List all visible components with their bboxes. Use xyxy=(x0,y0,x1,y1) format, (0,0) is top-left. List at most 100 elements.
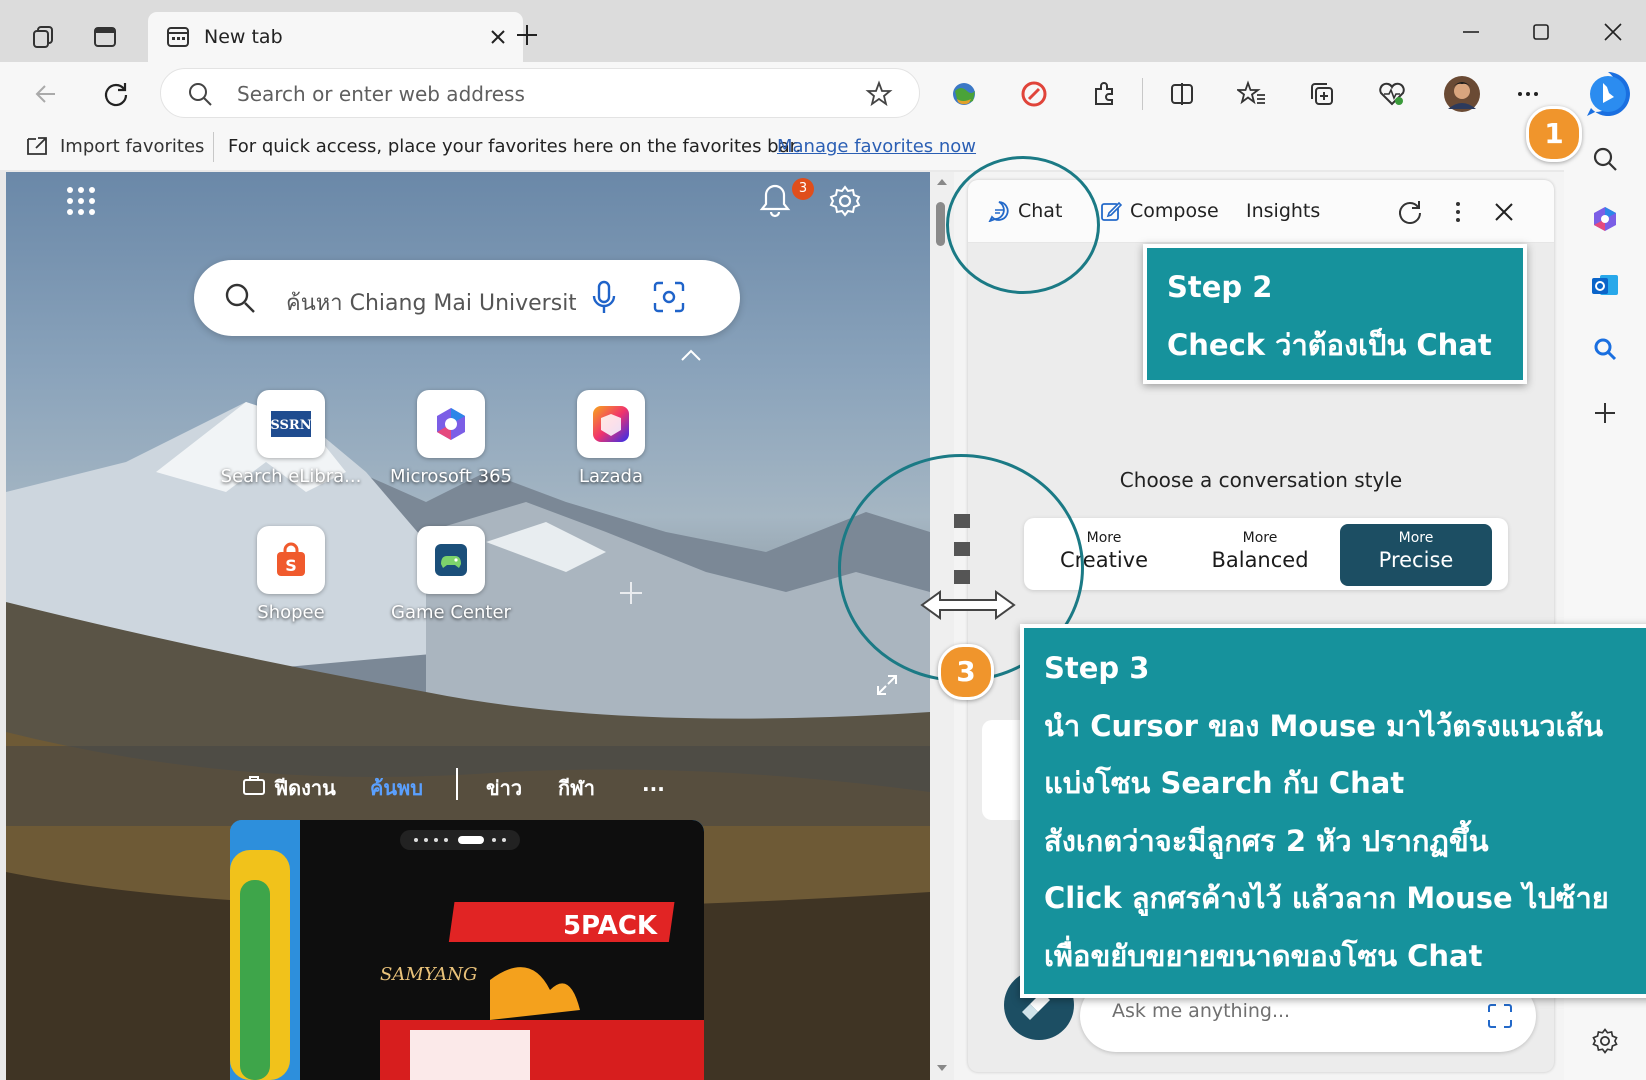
quick-link-tile[interactable]: Game Center xyxy=(366,526,536,646)
favorites-message: For quick access, place your favorites h… xyxy=(228,136,802,157)
page-settings-gear-icon[interactable] xyxy=(828,184,862,218)
ask-placeholder: Ask me anything... xyxy=(1112,1000,1291,1022)
sidebar-add-plus-icon[interactable] xyxy=(1582,390,1628,436)
image-input-icon[interactable] xyxy=(1486,1002,1514,1030)
tab-new-tab[interactable]: New tab xyxy=(148,12,523,62)
extension-globe-icon[interactable] xyxy=(942,72,986,116)
feed-tab-discover[interactable]: ค้นพบ xyxy=(370,772,423,804)
game-center-icon xyxy=(417,526,485,594)
step1-badge: 1 xyxy=(1526,106,1582,162)
quick-link-label: Microsoft 365 xyxy=(390,466,512,487)
notification-badge: 3 xyxy=(792,178,814,200)
lazada-icon xyxy=(577,390,645,458)
import-favorites-label: Import favorites xyxy=(60,135,205,157)
ntp-search-box[interactable]: ค้นหา Chiang Mai University xyxy=(194,260,740,336)
svg-text:5PACK: 5PACK xyxy=(563,911,658,941)
feed-tab-news[interactable]: ข่าว xyxy=(486,772,522,804)
feed-card-image[interactable]: 5PACK SAMYANG xyxy=(230,820,704,1080)
style-precise-button[interactable]: More Precise xyxy=(1340,524,1492,586)
scroll-up-arrow-icon[interactable] xyxy=(936,178,948,186)
toolbar-divider xyxy=(1142,78,1143,110)
tab-insights[interactable]: Insights xyxy=(1246,200,1320,222)
step3-line: Click ลูกศรค้างไว้ แล้วลาก Mouse ไปซ้าย xyxy=(1044,881,1609,915)
step2-callout: Step 2 Check ว่าต้องเป็น Chat xyxy=(1143,244,1527,384)
refresh-icon[interactable] xyxy=(94,72,138,116)
microsoft-365-icon xyxy=(417,390,485,458)
style-balanced-large: Balanced xyxy=(1211,548,1309,572)
tab-actions-icon[interactable] xyxy=(84,16,126,58)
step3-line: สังเกตว่าจะมีลูกศร 2 หัว ปรากฏขึ้น xyxy=(1044,823,1489,858)
more-options-icon[interactable] xyxy=(1444,198,1472,226)
extensions-icon[interactable] xyxy=(1082,72,1126,116)
quick-link-tile[interactable]: Lazada xyxy=(526,390,696,510)
sidebar-bing-search-icon[interactable] xyxy=(1582,326,1628,372)
close-chat-icon[interactable] xyxy=(1490,198,1518,226)
feed-tab-work[interactable]: ฟีดงาน xyxy=(274,772,336,804)
sidebar-copilot-icon[interactable] xyxy=(1582,196,1628,242)
favorites-icon[interactable] xyxy=(1230,72,1274,116)
extension-blocker-icon[interactable] xyxy=(1012,72,1056,116)
quick-link-label: Lazada xyxy=(579,466,643,487)
suggestion-card xyxy=(982,720,1022,820)
scrollbar-thumb[interactable] xyxy=(936,202,945,246)
scroll-down-arrow-icon[interactable] xyxy=(936,1064,948,1072)
star-favorite-icon[interactable] xyxy=(865,80,893,108)
notifications-bell-icon[interactable] xyxy=(758,182,792,218)
quick-link-tile[interactable]: S Shopee xyxy=(206,526,376,646)
address-bar[interactable]: Search or enter web address xyxy=(160,68,920,118)
workspaces-icon[interactable] xyxy=(22,16,64,58)
apps-grid-icon[interactable] xyxy=(64,184,98,218)
back-icon[interactable] xyxy=(24,72,68,116)
style-precise-large: Precise xyxy=(1378,548,1454,572)
feed-tab-sports[interactable]: กีฬา xyxy=(558,772,595,804)
sidebar-outlook-icon[interactable] xyxy=(1582,262,1628,308)
ssrn-icon: SSRN xyxy=(257,390,325,458)
step2-text: Check ว่าต้องเป็น Chat xyxy=(1167,328,1492,362)
maximize-icon[interactable] xyxy=(1510,10,1572,54)
search-icon xyxy=(224,282,256,314)
sidebar-search-icon[interactable] xyxy=(1582,136,1628,182)
step3-callout: Step 3 นำ Cursor ของ Mouse มาไว้ตรงแนวเส… xyxy=(1020,624,1646,998)
svg-text:SAMYANG: SAMYANG xyxy=(380,964,477,985)
feed-divider xyxy=(456,768,458,800)
avatar[interactable] xyxy=(1440,72,1484,116)
collapse-chevron-up-icon[interactable] xyxy=(680,348,702,362)
minimize-icon[interactable] xyxy=(1440,10,1502,54)
expand-icon[interactable] xyxy=(874,672,900,698)
sidebar-settings-gear-icon[interactable] xyxy=(1582,1018,1628,1064)
step3-badge: 3 xyxy=(938,644,994,700)
feed-more[interactable]: ... xyxy=(642,772,665,796)
microphone-icon[interactable] xyxy=(590,280,618,316)
manage-favorites-link[interactable]: Manage favorites now xyxy=(777,136,976,157)
title-bar: New tab xyxy=(0,0,1646,62)
favbar-divider xyxy=(213,132,214,162)
feed-tabs-bar: ฟีดงาน ค้นพบ ข่าว กีฬา ... xyxy=(6,746,930,826)
visual-search-icon[interactable] xyxy=(652,280,686,314)
quick-link-label: Game Center xyxy=(391,602,511,623)
compose-pencil-icon xyxy=(1100,200,1122,222)
quick-link-tile[interactable]: Microsoft 365 xyxy=(366,390,536,510)
collections-icon[interactable] xyxy=(1300,72,1344,116)
split-screen-icon[interactable] xyxy=(1160,72,1204,116)
quick-link-label: Shopee xyxy=(257,602,325,623)
toolbar: Search or enter web address xyxy=(0,62,1646,126)
quick-link-tile[interactable]: SSRN Search eLibra... xyxy=(206,390,376,510)
add-shortcut-plus-icon[interactable] xyxy=(618,580,644,606)
conversation-style-label: Choose a conversation style xyxy=(1119,468,1403,492)
search-icon xyxy=(187,81,213,107)
style-balanced-button[interactable]: More Balanced xyxy=(1184,524,1336,586)
tab-compose[interactable]: Compose xyxy=(1100,200,1219,222)
bing-chat-icon[interactable] xyxy=(1580,66,1636,122)
import-favorites-button[interactable]: Import favorites xyxy=(24,134,204,158)
new-tab-plus-icon[interactable] xyxy=(506,14,548,56)
step3-line: เพื่อขยับขยายขนาดของโซน Chat xyxy=(1044,938,1483,973)
close-window-icon[interactable] xyxy=(1582,10,1644,54)
address-placeholder: Search or enter web address xyxy=(237,82,525,106)
browser-essentials-icon[interactable] xyxy=(1370,72,1414,116)
quick-link-label: Search eLibra... xyxy=(220,466,362,487)
refresh-icon[interactable] xyxy=(1396,198,1424,226)
tab-compose-label: Compose xyxy=(1130,200,1219,222)
conversation-style-selector: More Creative More Balanced More Precise xyxy=(1024,518,1508,590)
import-icon xyxy=(24,134,50,158)
style-balanced-small: More xyxy=(1242,530,1278,546)
